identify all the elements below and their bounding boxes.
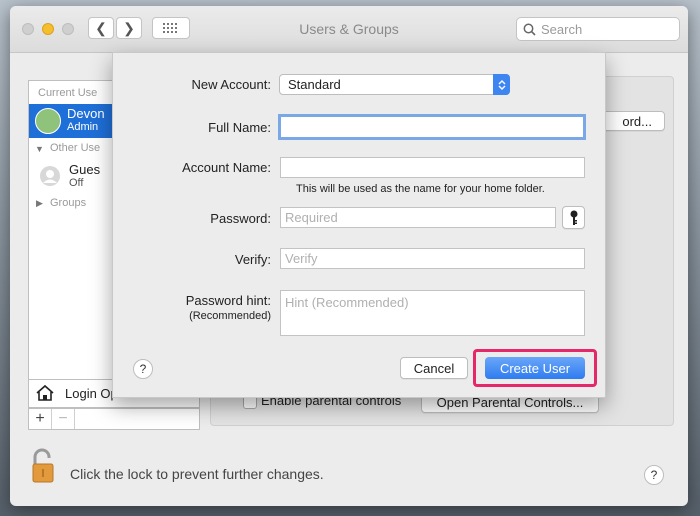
search-placeholder: Search	[541, 21, 583, 37]
new-account-label: New Account:	[191, 77, 272, 92]
account-name-label: Account Name:	[182, 160, 271, 175]
cancel-label: Cancel	[413, 360, 455, 376]
account-name-note: This will be used as the name for your h…	[296, 183, 545, 195]
password-hint-label: Password hint:	[185, 293, 271, 308]
avatar	[35, 108, 61, 134]
guest-avatar-icon	[40, 166, 60, 186]
hint-placeholder: Hint (Recommended)	[285, 295, 409, 310]
other-users-header: Other Use	[50, 142, 101, 154]
full-name-field[interactable]	[278, 114, 586, 140]
groups-label: Groups	[50, 197, 87, 209]
current-users-header: Current Use	[38, 87, 98, 99]
account-type-value: Standard	[288, 77, 341, 92]
lock-message: Click the lock to prevent further change…	[70, 466, 324, 482]
title-bar: ❮ ❯ Users & Groups Search	[10, 6, 688, 53]
search-field[interactable]: Search	[516, 17, 680, 41]
verify-field[interactable]: Verify	[280, 248, 585, 269]
password-placeholder: Required	[285, 210, 338, 225]
new-account-sheet: New Account: Standard Full Name: Account…	[112, 52, 606, 398]
current-user-role: Admin	[67, 121, 99, 133]
full-name-label: Full Name:	[208, 120, 271, 135]
highlight-box	[473, 349, 597, 387]
popup-arrows-icon	[493, 74, 510, 95]
disclosure-right-icon[interactable]: ▶	[36, 198, 43, 209]
remove-user-button[interactable]: −	[52, 409, 75, 429]
account-name-field[interactable]	[280, 157, 585, 178]
window-help-button[interactable]: ?	[644, 465, 664, 485]
change-password-label: ord...	[622, 113, 652, 129]
add-user-button[interactable]: +	[29, 409, 52, 429]
guest-user-name: Gues	[69, 162, 101, 177]
current-user-name: Devon	[67, 106, 105, 121]
key-icon	[570, 210, 577, 225]
account-type-popup[interactable]: Standard	[279, 74, 510, 95]
users-groups-window: ❮ ❯ Users & Groups Search Current Use De…	[10, 6, 688, 506]
password-field[interactable]: Required	[280, 207, 556, 228]
verify-placeholder: Verify	[285, 251, 318, 266]
sheet-help-button[interactable]: ?	[133, 359, 153, 379]
cancel-button[interactable]: Cancel	[400, 357, 468, 379]
password-hint-sublabel: (Recommended)	[189, 310, 271, 322]
search-icon	[523, 23, 536, 36]
lock-open-icon[interactable]	[30, 448, 56, 484]
verify-label: Verify:	[234, 252, 271, 267]
guest-user-status: Off	[69, 177, 84, 189]
house-icon	[36, 384, 54, 401]
password-label: Password:	[210, 211, 271, 226]
password-assistant-button[interactable]	[562, 206, 585, 229]
disclosure-down-icon[interactable]: ▼	[35, 144, 44, 154]
password-hint-field[interactable]: Hint (Recommended)	[280, 290, 585, 336]
add-remove-bar: + −	[28, 408, 200, 430]
